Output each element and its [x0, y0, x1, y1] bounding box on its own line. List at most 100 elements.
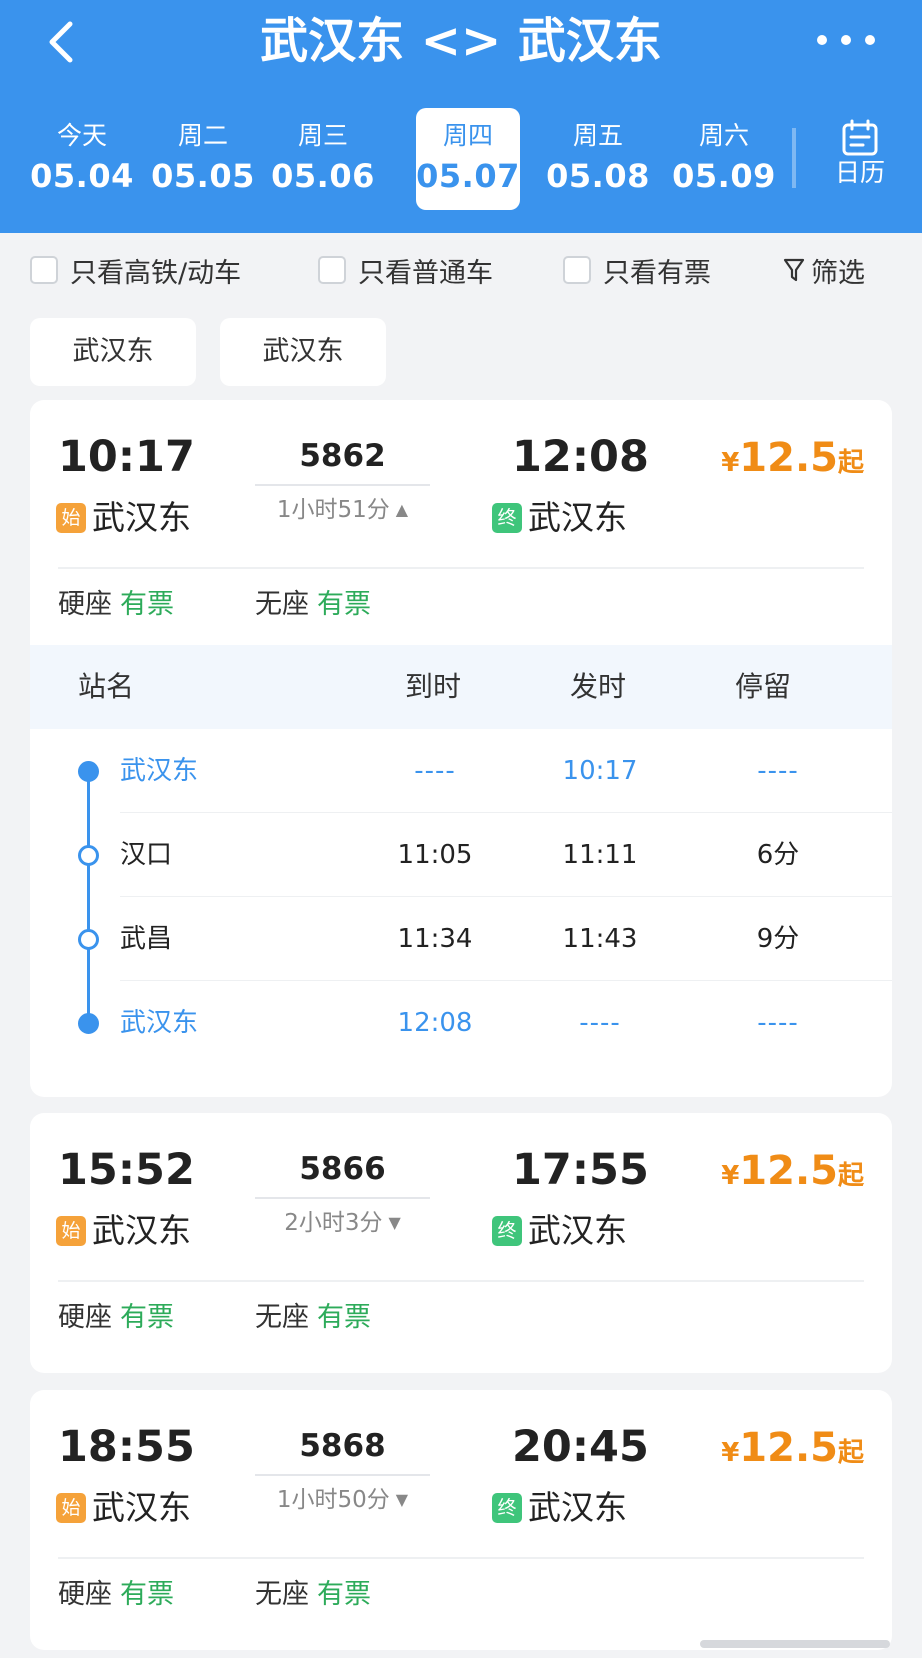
- seat-status: 有票: [120, 1302, 174, 1333]
- filter-button[interactable]: 筛选: [783, 250, 865, 290]
- start-tag: 始: [56, 1216, 86, 1246]
- top-header: 武汉东 <> 武汉东 今天 05.04 周二 05.05 周三 05.06 周四…: [0, 0, 922, 233]
- station-name: 武汉东: [528, 1488, 627, 1527]
- date-weekday: 周六: [698, 121, 749, 150]
- arrival-station: 终 武汉东: [492, 1207, 627, 1255]
- stop-name: 武汉东: [120, 756, 199, 786]
- stop-depart: 10:17: [562, 756, 638, 786]
- start-tag: 始: [56, 503, 86, 533]
- stop-arrive: 11:05: [397, 840, 473, 870]
- train-card[interactable]: 10:17 5862 1小时51分 ▲ 12:08 ¥12.5起 始 武汉东 终 …: [30, 400, 892, 1097]
- date-tab[interactable]: 周五 05.08: [546, 108, 650, 210]
- more-button[interactable]: [810, 24, 882, 56]
- from-station-chip[interactable]: 武汉东: [30, 318, 196, 386]
- divider: [58, 1557, 864, 1559]
- date-value: 05.08: [546, 157, 650, 195]
- col-station: 站名: [78, 670, 135, 703]
- filter-label: 只看普通车: [358, 257, 493, 289]
- date-tab[interactable]: 周六 05.09: [672, 108, 776, 210]
- price: ¥12.5起: [721, 1420, 864, 1481]
- seat-type: 无座: [255, 1302, 309, 1333]
- duration-toggle[interactable]: 2小时3分 ▼: [245, 1203, 440, 1243]
- date-divider: [792, 128, 796, 188]
- date-weekday: 周三: [297, 121, 348, 150]
- duration-toggle[interactable]: 1小时51分 ▲: [245, 490, 440, 530]
- date-value: 05.06: [271, 157, 375, 195]
- train-number: 5862: [299, 438, 386, 474]
- departure-station: 始 武汉东: [56, 1484, 191, 1532]
- station-name: 武汉东: [528, 1211, 627, 1250]
- end-tag: 终: [492, 503, 522, 533]
- start-tag: 始: [56, 1493, 86, 1523]
- date-weekday: 今天: [56, 121, 107, 150]
- date-tab-selected[interactable]: 周四 05.07: [416, 108, 520, 210]
- duration-text: 2小时3分: [284, 1210, 383, 1236]
- price-value: 12.5: [739, 1425, 838, 1471]
- arrival-station: 终 武汉东: [492, 1484, 627, 1532]
- col-arrive: 到时: [405, 670, 462, 703]
- filter-normal-train[interactable]: 只看普通车: [318, 250, 493, 290]
- filter-high-speed[interactable]: 只看高铁/动车: [30, 250, 241, 290]
- departure-time: 10:17: [58, 432, 195, 482]
- triangle-down-icon: ▼: [395, 1490, 409, 1509]
- stop-row: 汉口 11:05 11:11 6分: [30, 813, 892, 897]
- stop-depart: ----: [579, 1008, 621, 1038]
- seat-standing: 无座 有票: [255, 580, 371, 630]
- end-tag: 终: [492, 1216, 522, 1246]
- stop-stay: 6分: [756, 840, 800, 870]
- station-name: 武汉东: [92, 1211, 191, 1250]
- price-suffix: 起: [837, 1438, 864, 1468]
- stop-depart: 11:43: [562, 924, 638, 954]
- train-divider: [255, 1474, 430, 1476]
- train-card[interactable]: 15:52 5866 2小时3分 ▼ 17:55 ¥12.5起 始 武汉东 终 武…: [30, 1113, 892, 1373]
- train-number: 5866: [299, 1151, 386, 1187]
- checkbox[interactable]: [563, 256, 591, 284]
- price-value: 12.5: [739, 1148, 838, 1194]
- duration-text: 1小时50分: [276, 1487, 390, 1513]
- date-tab[interactable]: 周二 05.05: [151, 108, 255, 210]
- price-suffix: 起: [837, 448, 864, 478]
- departure-time: 18:55: [58, 1422, 195, 1472]
- filter-available-only[interactable]: 只看有票: [563, 250, 711, 290]
- stop-stay: ----: [757, 756, 799, 786]
- to-station-chip[interactable]: 武汉东: [220, 318, 386, 386]
- seat-hard: 硬座 有票: [58, 1570, 174, 1620]
- train-card[interactable]: 18:55 5868 1小时50分 ▼ 20:45 ¥12.5起 始 武汉东 终 …: [30, 1390, 892, 1650]
- calendar-button[interactable]: 日历: [820, 118, 900, 198]
- station-name: 武汉东: [92, 1488, 191, 1527]
- seat-type: 硬座: [58, 1579, 112, 1610]
- stop-name: 汉口: [120, 840, 173, 870]
- arrival-time: 20:45: [512, 1422, 649, 1472]
- triangle-up-icon: ▲: [395, 500, 409, 519]
- checkbox[interactable]: [30, 256, 58, 284]
- end-tag: 终: [492, 1493, 522, 1523]
- train-divider: [255, 484, 430, 486]
- arrival-time: 17:55: [512, 1145, 649, 1195]
- date-value: 05.09: [672, 157, 776, 195]
- triangle-down-icon: ▼: [388, 1213, 401, 1232]
- stop-row: 武汉东 12:08 ---- ----: [30, 981, 892, 1065]
- departure-time: 15:52: [58, 1145, 195, 1195]
- back-button[interactable]: [38, 10, 88, 70]
- price-currency: ¥: [721, 448, 740, 478]
- col-stay: 停留: [735, 670, 792, 703]
- seat-hard: 硬座 有票: [58, 1293, 174, 1343]
- more-horizontal-icon: [817, 35, 875, 45]
- date-tab[interactable]: 今天 05.04: [30, 108, 134, 210]
- stop-name: 武汉东: [120, 1008, 199, 1038]
- page-title: 武汉东 <> 武汉东: [260, 13, 662, 69]
- price-suffix: 起: [837, 1161, 864, 1191]
- stop-dot: [78, 1013, 99, 1034]
- date-tab[interactable]: 周三 05.06: [271, 108, 375, 210]
- filter-button-label: 筛选: [811, 257, 865, 289]
- checkbox[interactable]: [318, 256, 346, 284]
- date-weekday: 周四: [442, 121, 493, 150]
- duration-toggle[interactable]: 1小时50分 ▼: [245, 1480, 440, 1520]
- filter-label: 只看高铁/动车: [70, 257, 242, 289]
- seat-status: 有票: [317, 1302, 371, 1333]
- divider: [58, 567, 864, 569]
- stop-arrive: 12:08: [397, 1008, 473, 1038]
- divider: [58, 1280, 864, 1282]
- arrival-station: 终 武汉东: [492, 494, 627, 542]
- stop-stay: ----: [757, 1008, 799, 1038]
